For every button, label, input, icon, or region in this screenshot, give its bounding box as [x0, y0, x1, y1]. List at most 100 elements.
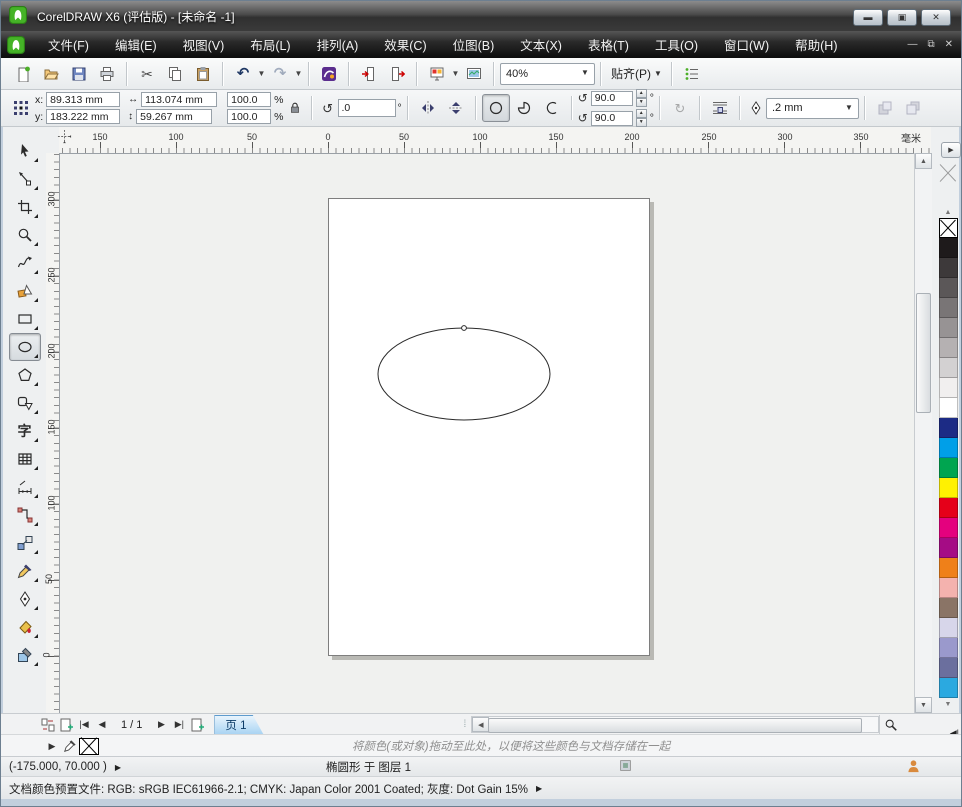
chevron-down-icon[interactable]: ▼: [257, 61, 266, 87]
chevron-down-icon[interactable]: ▼: [294, 61, 303, 87]
color-swatch[interactable]: [939, 338, 958, 358]
chevron-down-icon[interactable]: ▼: [451, 61, 460, 87]
color-swatch[interactable]: [939, 498, 958, 518]
document-palette-flyout-button[interactable]: ▶: [43, 737, 61, 755]
lock-ratio-button[interactable]: [284, 94, 306, 122]
palette-scroll-down-icon[interactable]: ▼: [940, 698, 956, 710]
color-swatch[interactable]: [939, 318, 958, 338]
horizontal-scroll-thumb[interactable]: [488, 718, 862, 733]
open-button[interactable]: [37, 60, 65, 88]
status-expander-icon[interactable]: ▶: [115, 763, 121, 772]
toolbox-interactive-fill-tool[interactable]: [9, 641, 41, 669]
user-account-icon[interactable]: [906, 759, 921, 777]
scale-h-field[interactable]: 100.0: [227, 92, 271, 107]
add-page-start-button[interactable]: [57, 716, 75, 734]
menu-item[interactable]: 工具(O): [642, 31, 711, 58]
color-swatch[interactable]: [939, 418, 958, 438]
spinner[interactable]: ▲▼: [636, 89, 647, 107]
rotation-angle-field[interactable]: .0: [338, 99, 396, 117]
color-swatch[interactable]: [939, 238, 958, 258]
vertical-scrollbar[interactable]: ▲ ▼: [914, 153, 932, 713]
menu-item[interactable]: 窗口(W): [711, 31, 782, 58]
ellipse-mode-button[interactable]: [482, 94, 510, 122]
toolbox-outline-pen-tool[interactable]: [9, 585, 41, 613]
color-swatch[interactable]: [939, 538, 958, 558]
chevron-down-icon[interactable]: ▼: [842, 101, 856, 115]
scroll-left-button[interactable]: ◀: [472, 717, 489, 732]
vertical-scroll-thumb[interactable]: [916, 293, 931, 413]
mdi-restore-button[interactable]: ⧉: [927, 39, 934, 50]
save-button[interactable]: [65, 60, 93, 88]
wrap-text-button[interactable]: [706, 94, 734, 122]
page-tab[interactable]: 页 1: [214, 715, 263, 735]
first-page-button[interactable]: |◀: [75, 716, 93, 734]
color-swatch[interactable]: [939, 438, 958, 458]
color-swatch[interactable]: [939, 258, 958, 278]
toolbox-zoom-tool[interactable]: [9, 221, 41, 249]
ellipse-object[interactable]: [371, 319, 561, 434]
export-button[interactable]: [383, 60, 411, 88]
toolbox-basic-shapes-tool[interactable]: [9, 389, 41, 417]
scale-v-field[interactable]: 100.0: [227, 109, 271, 124]
menu-item[interactable]: 文本(X): [507, 31, 575, 58]
profile-expander-icon[interactable]: ▶: [536, 784, 542, 793]
toolbox-ellipse-tool[interactable]: [9, 333, 41, 361]
color-swatch[interactable]: [939, 358, 958, 378]
toolbox-smart-fill-tool[interactable]: [9, 277, 41, 305]
scroll-up-button[interactable]: ▲: [915, 153, 932, 169]
paste-button[interactable]: [189, 60, 217, 88]
menu-item[interactable]: 效果(C): [371, 31, 439, 58]
application-launcher-button[interactable]: [423, 60, 451, 88]
maximize-button[interactable]: ▣: [887, 9, 917, 26]
color-swatch[interactable]: [939, 658, 958, 678]
horizontal-scrollbar[interactable]: ◀: [471, 716, 879, 733]
mdi-minimize-button[interactable]: —: [907, 39, 917, 50]
chevron-down-icon[interactable]: ▼: [578, 66, 592, 80]
pie-mode-button[interactable]: [510, 94, 538, 122]
y-position-field[interactable]: 183.222 mm: [46, 109, 120, 124]
outline-width-combo[interactable]: .2 mm ▼: [766, 98, 859, 119]
mdi-close-button[interactable]: ✕: [945, 39, 953, 50]
eyedropper-icon[interactable]: [61, 737, 79, 755]
scroll-down-button[interactable]: ▼: [915, 697, 932, 713]
palette-scroll-up-icon[interactable]: ▲: [940, 206, 956, 218]
color-swatch[interactable]: [939, 578, 958, 598]
ruler-origin-icon[interactable]: [57, 129, 72, 147]
toolbox-crop-tool[interactable]: [9, 193, 41, 221]
toolbox-freehand-tool[interactable]: [9, 249, 41, 277]
menu-item[interactable]: 表格(T): [575, 31, 642, 58]
palette-flyout-button[interactable]: ▶: [941, 142, 961, 158]
pane-splitter-handle[interactable]: ⁞: [464, 719, 468, 730]
color-swatch[interactable]: [939, 618, 958, 638]
color-swatch[interactable]: [939, 278, 958, 298]
color-swatch[interactable]: [939, 298, 958, 318]
menu-item[interactable]: 帮助(H): [782, 31, 850, 58]
menu-item[interactable]: 布局(L): [237, 31, 303, 58]
last-page-button[interactable]: ▶|: [170, 716, 188, 734]
proof-colors-icon[interactable]: [619, 759, 632, 775]
arc-start-angle-field[interactable]: 90.0: [591, 91, 633, 106]
x-position-field[interactable]: 89.313 mm: [46, 92, 120, 107]
spinner[interactable]: ▲▼: [636, 109, 647, 127]
color-swatch[interactable]: [939, 458, 958, 478]
options-button[interactable]: [678, 60, 706, 88]
color-swatch[interactable]: [939, 638, 958, 658]
toolbox-blend-tool[interactable]: [9, 529, 41, 557]
color-swatch[interactable]: [939, 378, 958, 398]
toolbox-shape-tool[interactable]: [9, 165, 41, 193]
mirror-horizontal-button[interactable]: [414, 94, 442, 122]
arc-end-angle-field[interactable]: 90.0: [591, 111, 633, 126]
color-swatch[interactable]: [939, 558, 958, 578]
minimize-button[interactable]: ▬: [853, 9, 883, 26]
toolbox-table-tool[interactable]: [9, 445, 41, 473]
menu-item[interactable]: 视图(V): [170, 31, 238, 58]
color-swatch[interactable]: [939, 518, 958, 538]
vertical-ruler[interactable]: 300250200150100500: [46, 153, 60, 713]
toolbox-dimension-tool[interactable]: [9, 473, 41, 501]
copy-button[interactable]: [161, 60, 189, 88]
toolbox-connector-tool[interactable]: [9, 501, 41, 529]
toolbox-text-tool[interactable]: 字: [9, 417, 41, 445]
color-swatch[interactable]: [939, 478, 958, 498]
cut-button[interactable]: ✂: [133, 60, 161, 88]
width-field[interactable]: 113.074 mm: [141, 92, 217, 107]
